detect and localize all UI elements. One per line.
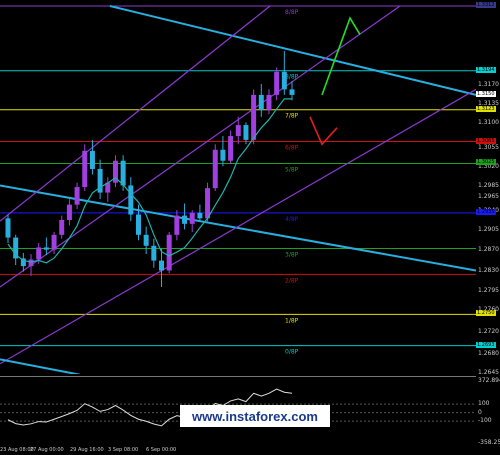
- murrey-level-label: 6/8P: [285, 145, 299, 152]
- candle-body: [66, 204, 72, 221]
- murrey-level-label: 0/8P: [285, 349, 299, 356]
- indicator-tick-label: -100: [478, 417, 492, 425]
- price-tick-label: 1.3100: [478, 119, 499, 127]
- candle-body: [28, 259, 34, 267]
- candle-body: [258, 94, 264, 111]
- candle-body: [128, 185, 134, 215]
- time-tick-label: 29 Aug 16:00: [70, 447, 104, 453]
- murrey-level-label: 4/8P: [285, 216, 299, 223]
- candle-body: [36, 247, 42, 260]
- candle-body: [281, 71, 287, 90]
- price-flag-label: 1.2693: [476, 341, 496, 348]
- price-flag-label: 1.3194: [476, 66, 496, 73]
- indicator-tick-label: 0: [478, 408, 482, 416]
- time-tick-label: 6 Sep 00:00: [146, 447, 177, 453]
- price-tick-label: 1.2985: [478, 182, 499, 190]
- price-flag-label: 1.3123: [476, 105, 496, 112]
- candle-body: [197, 212, 203, 219]
- candle-body: [135, 214, 141, 235]
- price-tick-label: 1.2830: [478, 267, 499, 275]
- candle-body: [59, 220, 65, 235]
- price-tick-label: 1.2870: [478, 245, 499, 253]
- indicator-tick-label: 100: [478, 400, 490, 408]
- price-flag-label: 1.2935: [476, 208, 496, 215]
- price-tick-label: 1.3055: [478, 144, 499, 152]
- indicator-axis: 372.8949 1000-100 -358.25: [476, 376, 500, 446]
- murrey-level-label: 7/8P: [285, 113, 299, 120]
- price-flag-label: 1.3150: [476, 90, 496, 97]
- murrey-level-label: 5/8P: [285, 166, 299, 173]
- price-axis: 1.3170 1.3135 1.3100 1.3055 1.3020 1.2985 1.29…: [476, 0, 500, 376]
- candle-body: [51, 234, 57, 250]
- indicator-tick-label: 372.8949: [478, 377, 500, 384]
- price-flag-label: 1.3025: [476, 159, 496, 166]
- chart-window: 8/8P 8/8P 7/8P 6/8P 5/8P 4/8P 3/8P 2/8P 1/8P 0/8P…: [0, 0, 500, 455]
- candle-body: [89, 150, 95, 169]
- price-tick-label: 1.2645: [478, 369, 499, 376]
- time-tick-label: 23 Aug 08:00: [0, 447, 34, 453]
- candle-body: [251, 94, 257, 140]
- candle-body: [5, 218, 11, 238]
- candle-body: [243, 125, 249, 140]
- price-flag-label: 1.2750: [476, 310, 496, 317]
- price-flag-label: 1.3065: [476, 137, 496, 144]
- candle-body: [159, 260, 165, 271]
- candle-body: [205, 188, 211, 219]
- candle-body: [151, 245, 157, 261]
- price-tick-label: 1.2795: [478, 286, 499, 294]
- trendline-bottom: [0, 358, 81, 374]
- candle-body: [82, 150, 88, 188]
- time-tick-label: 27 Aug 00:00: [30, 447, 64, 453]
- candle-body: [228, 136, 234, 161]
- candle-body: [235, 125, 241, 137]
- murrey-level-label: 8/8P: [285, 74, 299, 81]
- price-tick-label: 1.2680: [478, 349, 499, 357]
- candle-body: [220, 149, 226, 161]
- candle-body: [266, 94, 272, 111]
- candle-body: [74, 187, 80, 205]
- murrey-level-label: 1/8P: [285, 317, 299, 324]
- murrey-level-label: 3/8P: [285, 252, 299, 259]
- trendline-lower: [0, 184, 476, 272]
- channel-line-upper: [0, 5, 271, 222]
- candle-body: [143, 234, 149, 246]
- murrey-level-label: 2/8P: [285, 277, 299, 284]
- candle-body: [174, 215, 180, 235]
- candle-body: [189, 212, 195, 224]
- candle-body: [274, 71, 280, 95]
- price-tick-label: 1.2720: [478, 327, 499, 335]
- channel-line-mid: [0, 5, 401, 288]
- instaforex-watermark: www.instaforex.com: [180, 405, 330, 427]
- murrey-level-label: 8/8P: [285, 9, 299, 16]
- candle-body: [120, 160, 126, 186]
- time-tick-label: 3 Sep 08:00: [108, 447, 139, 453]
- indicator-tick-label: -358.25: [478, 439, 500, 446]
- forecast-arrow-down: [309, 116, 338, 146]
- price-flag-label: 1.3312: [476, 2, 496, 8]
- price-tick-label: 1.3170: [478, 80, 499, 88]
- candle-body: [212, 149, 218, 189]
- time-axis: 23 Aug 08:00 27 Aug 00:00 29 Aug 16:00 3 Se…: [0, 446, 476, 455]
- candle-body: [182, 215, 188, 224]
- price-tick-label: 1.2965: [478, 193, 499, 201]
- price-panel: 8/8P 8/8P 7/8P 6/8P 5/8P 4/8P 3/8P 2/8P 1/8P 0/8P: [0, 5, 476, 374]
- candle-body: [43, 247, 49, 250]
- candle-body: [289, 89, 295, 95]
- candle-body: [166, 234, 172, 271]
- price-tick-label: 1.2905: [478, 226, 499, 234]
